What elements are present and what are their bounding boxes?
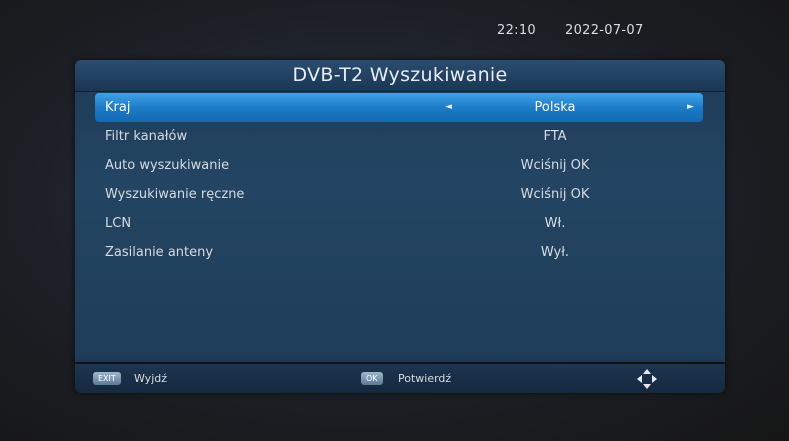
menu-item-value: Wł. (544, 216, 566, 231)
menu-title-bar: DVB-T2 Wyszukiwanie (75, 60, 725, 92)
menu-item-label: Auto wyszukiwanie (105, 158, 230, 173)
navigation-arrows-icon (637, 369, 657, 389)
menu-item-value: Wciśnij OK (520, 158, 590, 173)
menu-item-label: Filtr kanałów (105, 129, 188, 144)
menu-item-auto-search[interactable]: Auto wyszukiwanie Wciśnij OK (95, 151, 703, 180)
tv-screen: 22:10 2022-07-07 DVB-T2 Wyszukiwanie Kra… (0, 0, 789, 441)
page-title: DVB-T2 Wyszukiwanie (292, 64, 508, 86)
menu-item-value: Wył. (540, 245, 570, 260)
menu-panel: DVB-T2 Wyszukiwanie Kraj ◄ Polska ► Filt… (75, 60, 725, 362)
menu-item-manual-search[interactable]: Wyszukiwanie ręczne Wciśnij OK (95, 180, 703, 209)
menu-item-channel-filter[interactable]: Filtr kanałów FTA (95, 122, 703, 151)
menu-item-country[interactable]: Kraj ◄ Polska ► (95, 93, 703, 122)
clock-time: 22:10 (497, 23, 536, 38)
menu-item-label: Wyszukiwanie ręczne (105, 187, 245, 202)
menu-list: Kraj ◄ Polska ► Filtr kanałów FTA Auto w… (95, 93, 703, 267)
clock-date: 2022-07-07 (565, 23, 644, 38)
menu-item-value: Wciśnij OK (520, 187, 590, 202)
menu-item-value: FTA (543, 129, 567, 144)
arrow-left-icon[interactable]: ◄ (445, 93, 452, 122)
menu-item-antenna-power[interactable]: Zasilanie anteny Wył. (95, 238, 703, 267)
ok-key-icon[interactable]: OK (361, 372, 383, 385)
menu-item-lcn[interactable]: LCN Wł. (95, 209, 703, 238)
exit-hint: Wyjdź (134, 372, 168, 385)
menu-item-label: Zasilanie anteny (105, 245, 214, 260)
menu-item-value: Polska (534, 100, 576, 115)
ok-hint: Potwierdź (398, 372, 452, 385)
menu-item-label: LCN (105, 216, 132, 231)
exit-key-icon[interactable]: EXIT (93, 372, 121, 385)
arrow-right-icon[interactable]: ► (687, 93, 694, 122)
menu-item-label: Kraj (105, 100, 131, 115)
footer-bar: EXIT Wyjdź OK Potwierdź (75, 364, 725, 393)
